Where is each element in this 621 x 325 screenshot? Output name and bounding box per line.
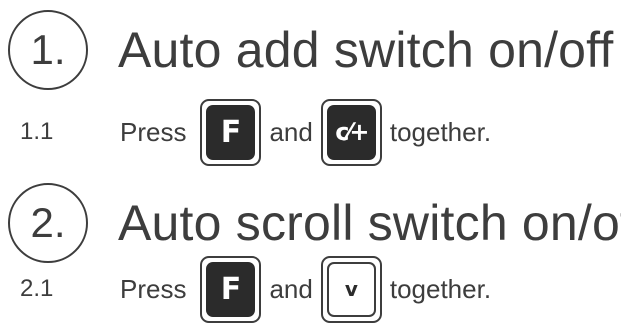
v-key-icon: v — [320, 255, 382, 323]
section-2-heading: 2. Auto scroll switch on/off — [8, 181, 621, 265]
section-2-number: 2. — [8, 183, 88, 263]
c-plus-key-icon: c⁄+ — [320, 98, 382, 166]
step-1-1: 1.1 Press F and c⁄+ together. — [20, 97, 499, 167]
press-text: Press — [120, 116, 187, 147]
f-key-label: F — [206, 104, 256, 160]
step-2-1-number: 2.1 — [20, 275, 54, 302]
and-text: and — [269, 273, 313, 304]
and-text: and — [269, 116, 313, 147]
f-key-label: F — [206, 261, 256, 317]
f-key-icon: F — [200, 98, 262, 166]
step-1-1-number: 1.1 — [20, 118, 54, 145]
c-plus-key-label: c⁄+ — [326, 104, 376, 160]
section-1-title: Auto add switch on/off — [118, 22, 614, 78]
press-text: Press — [120, 273, 187, 304]
together-text: together. — [389, 273, 492, 304]
section-1-number: 1. — [8, 10, 88, 90]
v-key-label: v — [326, 261, 376, 317]
f-key-icon: F — [200, 255, 262, 323]
section-1-heading: 1. Auto add switch on/off — [8, 8, 613, 92]
step-2-1: 2.1 Press F and v together. — [20, 254, 499, 324]
together-text: together. — [389, 116, 492, 147]
section-2-title: Auto scroll switch on/off — [118, 195, 621, 251]
